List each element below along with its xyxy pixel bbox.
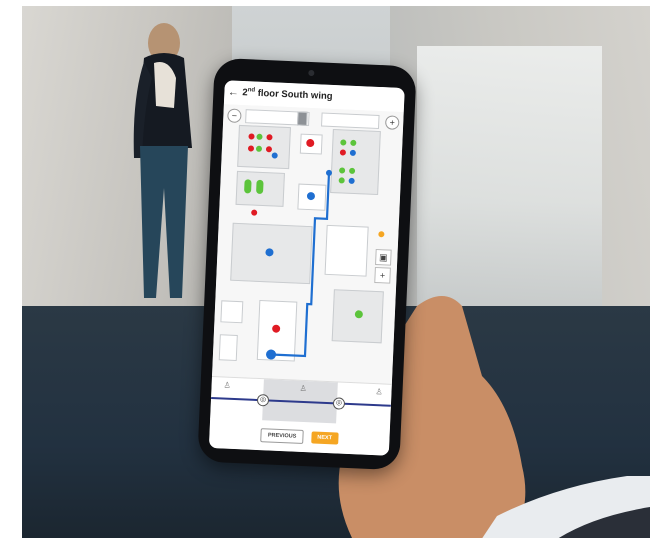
phone-screen: ← 2nd floor South wing − + ▣ + ♙ ♙ ♙ ◎ ◎… [208, 80, 405, 456]
smartphone: ← 2nd floor South wing − + ▣ + ♙ ♙ ♙ ◎ ◎… [197, 57, 417, 471]
person-icon: ♙ [223, 380, 232, 390]
person-icon: ♙ [299, 383, 307, 394]
walking-person [133, 23, 192, 298]
previous-button[interactable]: PREVIOUS [260, 428, 304, 444]
front-camera [308, 69, 315, 77]
floor-map[interactable]: − + ▣ + [212, 104, 404, 384]
person-icon: ♙ [375, 387, 383, 397]
page-title: 2nd floor South wing [242, 87, 333, 103]
route-path [266, 169, 332, 360]
shirt-sleeve [482, 476, 650, 538]
next-button[interactable]: NEXT [311, 431, 339, 445]
back-arrow-icon[interactable]: ← [224, 86, 243, 99]
step-actions: PREVIOUS NEXT [208, 417, 391, 456]
floor-knob-right[interactable]: ◎ [332, 397, 346, 410]
